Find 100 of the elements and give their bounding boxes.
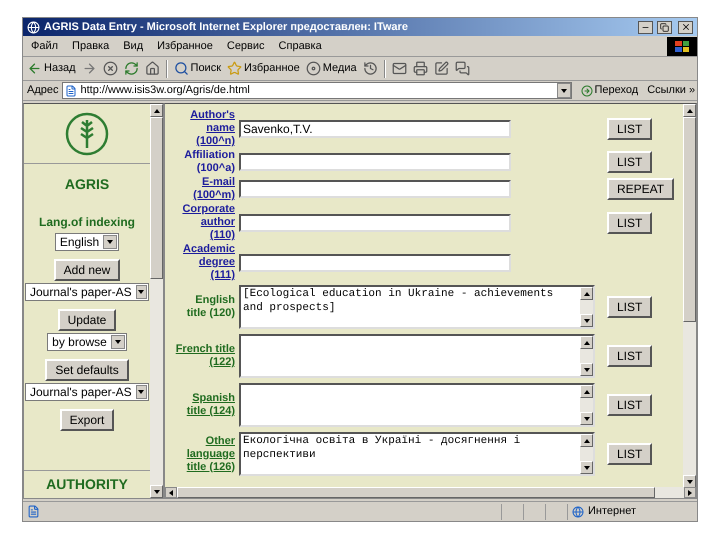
caret-icon: [152, 106, 160, 114]
toolbar-button[interactable]: [102, 61, 118, 76]
caret-icon: [560, 86, 568, 94]
caret-icon: [582, 316, 590, 324]
close-button[interactable]: [678, 20, 693, 34]
form-button[interactable]: LIST: [607, 118, 652, 140]
search-icon: [174, 61, 189, 76]
text-field[interactable]: Savenko,T.V.: [239, 120, 511, 138]
star-icon: [227, 61, 242, 76]
go-button[interactable]: Переход: [580, 82, 638, 99]
caret-icon: [106, 238, 114, 246]
toolbar-button[interactable]: [454, 61, 470, 76]
caret-icon: [686, 106, 694, 114]
refresh-icon: [124, 61, 139, 76]
text-field[interactable]: [239, 153, 511, 171]
address-field[interactable]: http://www.isis3w.org/Agris/de.html: [62, 82, 572, 99]
menu-item[interactable]: Файл: [31, 38, 58, 54]
form-button[interactable]: LIST: [607, 443, 652, 465]
menu-item[interactable]: Сервис: [226, 38, 265, 54]
toolbar-button[interactable]: [434, 61, 449, 76]
links-button[interactable]: Ссылки: [647, 82, 686, 99]
toolbar-button[interactable]: [124, 61, 139, 76]
caret-icon: [582, 464, 590, 472]
menu-item[interactable]: Вид: [123, 38, 144, 54]
toolbar-button[interactable]: [362, 61, 378, 76]
authority-heading: AUTHORITY: [46, 475, 128, 494]
text-field[interactable]: [239, 180, 511, 198]
scrollbar[interactable]: [580, 336, 593, 376]
dropdown[interactable]: Journal's paper-AS: [25, 383, 149, 401]
browser-icon: [27, 20, 40, 34]
field-label-link[interactable]: Academic degree (111): [173, 243, 235, 282]
toolbar-button[interactable]: [82, 61, 97, 76]
language-label: Lang.of indexing: [39, 214, 135, 231]
text-area[interactable]: [239, 334, 595, 378]
field-label-link[interactable]: Other language title (126): [173, 434, 235, 474]
form-button[interactable]: LIST: [607, 345, 652, 367]
toolbar-button[interactable]: [412, 61, 428, 76]
windows-logo-icon: [667, 36, 697, 56]
caret-icon: [137, 388, 146, 396]
form-button[interactable]: LIST: [607, 394, 652, 416]
wheat-logo-icon: [65, 112, 109, 156]
form-button[interactable]: LIST: [607, 212, 652, 234]
toolbar-button[interactable]: Медиа: [306, 60, 357, 77]
menu-item[interactable]: Правка: [72, 38, 110, 54]
edit-icon: [434, 61, 449, 76]
horizontal-scrollbar[interactable]: [165, 487, 696, 498]
toolbar-button[interactable]: Поиск: [174, 60, 222, 77]
caret-icon: [582, 338, 590, 346]
home-icon: [144, 61, 160, 76]
page-icon: [64, 84, 76, 96]
field-label-link[interactable]: Spanish title (124): [173, 392, 235, 418]
disc-icon: [306, 61, 321, 76]
toolbar-button[interactable]: Назад: [27, 60, 76, 77]
mail-icon: [392, 61, 407, 76]
history-icon: [362, 61, 378, 76]
caret-icon: [114, 338, 122, 346]
minimize-button[interactable]: [638, 20, 653, 34]
field-label: Affiliation (100^a): [183, 149, 235, 175]
text-area[interactable]: Екологічна освіта в Україні - досягнення і перспективи: [239, 432, 595, 476]
menu-item[interactable]: Справка: [278, 38, 322, 54]
dropdown[interactable]: English: [54, 233, 120, 251]
restore-button[interactable]: [657, 20, 672, 34]
scrollbar[interactable]: [683, 104, 696, 488]
form-button[interactable]: Update: [58, 309, 116, 331]
scrollbar[interactable]: [580, 287, 593, 327]
text-area[interactable]: [Ecological education in Ukraine - achievements and prospects]: [239, 285, 595, 329]
dropdown[interactable]: Journal's paper-AS: [25, 283, 149, 301]
toolbar-button[interactable]: [144, 61, 160, 76]
dropdown[interactable]: by browse: [47, 333, 127, 351]
toolbar-button[interactable]: Избранное: [227, 60, 300, 77]
field-label-link[interactable]: French title (122): [173, 343, 235, 369]
form-button[interactable]: Add new: [54, 259, 120, 281]
security-zone: Интернет: [588, 504, 636, 520]
scrollbar[interactable]: [580, 434, 593, 474]
more-chevron[interactable]: »: [688, 82, 696, 99]
toolbar-button[interactable]: [392, 61, 407, 76]
close-icon: [680, 22, 690, 32]
window-title: AGRIS Data Entry - Microsoft Internet Explorer предоставлен: ITware: [44, 20, 409, 35]
caret-icon: [582, 290, 590, 298]
page-icon: [27, 505, 40, 518]
field-label-link[interactable]: E-mail (100^m): [173, 176, 235, 202]
scrollbar[interactable]: [150, 104, 163, 498]
chat-icon: [454, 61, 470, 76]
text-field[interactable]: [239, 214, 511, 232]
caret-icon: [582, 436, 590, 444]
printer-icon: [412, 61, 428, 76]
form-button[interactable]: Set defaults: [45, 359, 129, 381]
scrollbar[interactable]: [580, 385, 593, 425]
menu-item[interactable]: Избранное: [157, 38, 213, 54]
form-button[interactable]: Export: [60, 409, 114, 431]
field-label: English title (120): [186, 294, 235, 320]
text-field[interactable]: [239, 254, 511, 272]
form-button[interactable]: LIST: [607, 151, 652, 173]
text-area[interactable]: [239, 383, 595, 427]
form-button[interactable]: REPEAT: [607, 178, 674, 200]
form-button[interactable]: LIST: [607, 296, 652, 318]
field-label-link[interactable]: Author's name (100^n): [173, 109, 235, 148]
caret-icon: [582, 366, 590, 374]
field-label-link[interactable]: Corporate author (110): [173, 203, 235, 242]
globe-icon: [572, 506, 584, 518]
